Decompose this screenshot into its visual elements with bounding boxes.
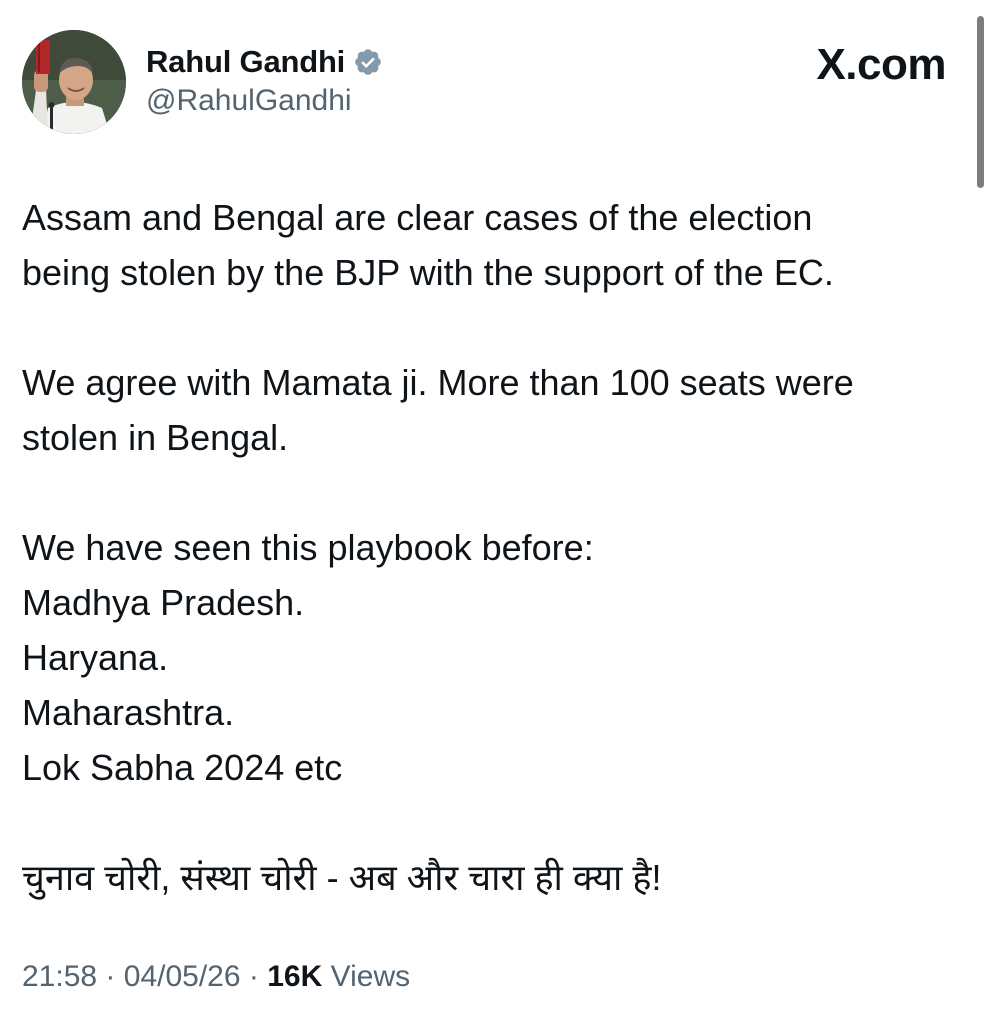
tweet-line: stolen in Bengal. xyxy=(22,417,289,458)
meta-separator: · xyxy=(105,960,116,993)
views-count[interactable]: 16K xyxy=(267,960,322,993)
tweet-text: Assam and Bengal are clear cases of the … xyxy=(22,190,952,905)
avatar[interactable] xyxy=(22,30,126,134)
tweet-metadata: 21:58 · 04/05/26 · 16K Views xyxy=(22,960,410,994)
tweet-date[interactable]: 04/05/26 xyxy=(124,960,241,993)
profile-photo xyxy=(22,30,126,134)
author-display-name[interactable]: Rahul Gandhi xyxy=(146,44,345,80)
views-label: Views xyxy=(330,960,411,993)
x-brand-label: X.com xyxy=(816,40,946,89)
tweet-line: being stolen by the BJP with the support… xyxy=(22,252,834,293)
tweet-line: We agree with Mamata ji. More than 100 s… xyxy=(22,362,854,403)
tweet-line: We have seen this playbook before: xyxy=(22,527,594,568)
verified-badge-icon xyxy=(353,47,383,77)
author-handle[interactable]: @RahulGandhi xyxy=(146,84,352,118)
author-name-row: Rahul Gandhi xyxy=(146,40,383,84)
tweet-line: Lok Sabha 2024 etc xyxy=(22,747,343,788)
tweet-line: Assam and Bengal are clear cases of the … xyxy=(22,197,813,238)
tweet-line: Maharashtra. xyxy=(22,692,235,733)
tweet-line-hindi: चुनाव चोरी, संस्था चोरी - अब और चारा ही … xyxy=(22,857,662,898)
tweet-line: Madhya Pradesh. xyxy=(22,582,305,623)
tweet-time[interactable]: 21:58 xyxy=(22,960,97,993)
scrollbar-thumb[interactable] xyxy=(977,16,984,188)
tweet-line: Haryana. xyxy=(22,637,169,678)
meta-separator: · xyxy=(248,960,259,993)
